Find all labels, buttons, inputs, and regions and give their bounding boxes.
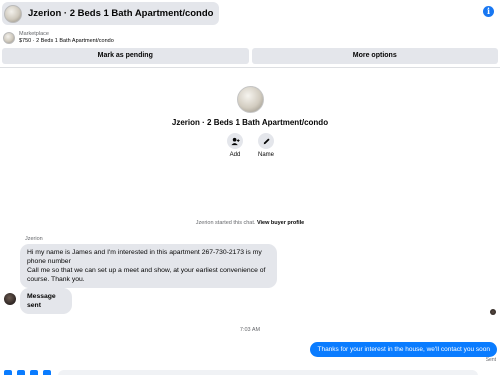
profile-photo[interactable] [237,86,264,113]
add-button[interactable]: Add [223,133,247,158]
divider [0,67,500,68]
profile-name: Jzerion · 2 Beds 1 Bath Apartment/condo [171,118,329,127]
started-text: Jzerion started this chat. [195,220,256,226]
listing-price-title: $750 · 2 Beds 1 Bath Apartment/condo [19,38,114,44]
name-label: Name [257,152,274,158]
add-person-icon [227,133,243,149]
more-options-button[interactable]: More options [251,48,498,64]
sender-name: Jzerion [25,236,43,242]
image-icon[interactable] [17,370,25,375]
info-icon[interactable]: i [483,6,494,17]
outgoing-message[interactable]: Thanks for your interest in the house, w… [310,342,497,357]
message-composer [0,368,500,375]
message-status: Sent [485,357,496,363]
message-text-line: Call me so that we can set up a meet and… [27,267,266,283]
chat-started-notice: Jzerion started this chat. View buyer pr… [0,220,500,226]
conversation-title: Jzerion · 2 Beds 1 Bath Apartment/condo [28,8,214,19]
add-label: Add [229,152,241,158]
chat-header: Jzerion · 2 Beds 1 Bath Apartment/condo … [0,0,500,28]
view-buyer-profile-link[interactable]: View buyer profile [257,220,304,226]
sticker-icon[interactable] [30,370,38,375]
message-text-line: Hi my name is James and I'm interested i… [27,249,262,265]
name-button[interactable]: Name [254,133,278,158]
message-timestamp: 7:03 AM [239,327,261,333]
marketplace-listing[interactable]: Marketplace $750 · 2 Beds 1 Bath Apartme… [0,29,500,47]
message-input[interactable] [58,370,478,375]
conversation-title-button[interactable]: Jzerion · 2 Beds 1 Bath Apartment/condo [2,2,220,25]
listing-thumbnail [4,4,22,23]
incoming-message[interactable]: Hi my name is James and I'm interested i… [20,244,277,288]
pencil-icon [258,133,274,149]
gif-icon[interactable] [43,370,51,375]
sender-avatar[interactable] [4,293,16,305]
listing-thumbnail-small [3,32,15,44]
mark-as-pending-button[interactable]: Mark as pending [2,48,249,64]
plus-icon[interactable] [4,370,12,375]
marketplace-label: Marketplace [19,31,49,37]
incoming-message[interactable]: Message sent [20,288,72,314]
read-receipt-avatar [490,309,496,315]
